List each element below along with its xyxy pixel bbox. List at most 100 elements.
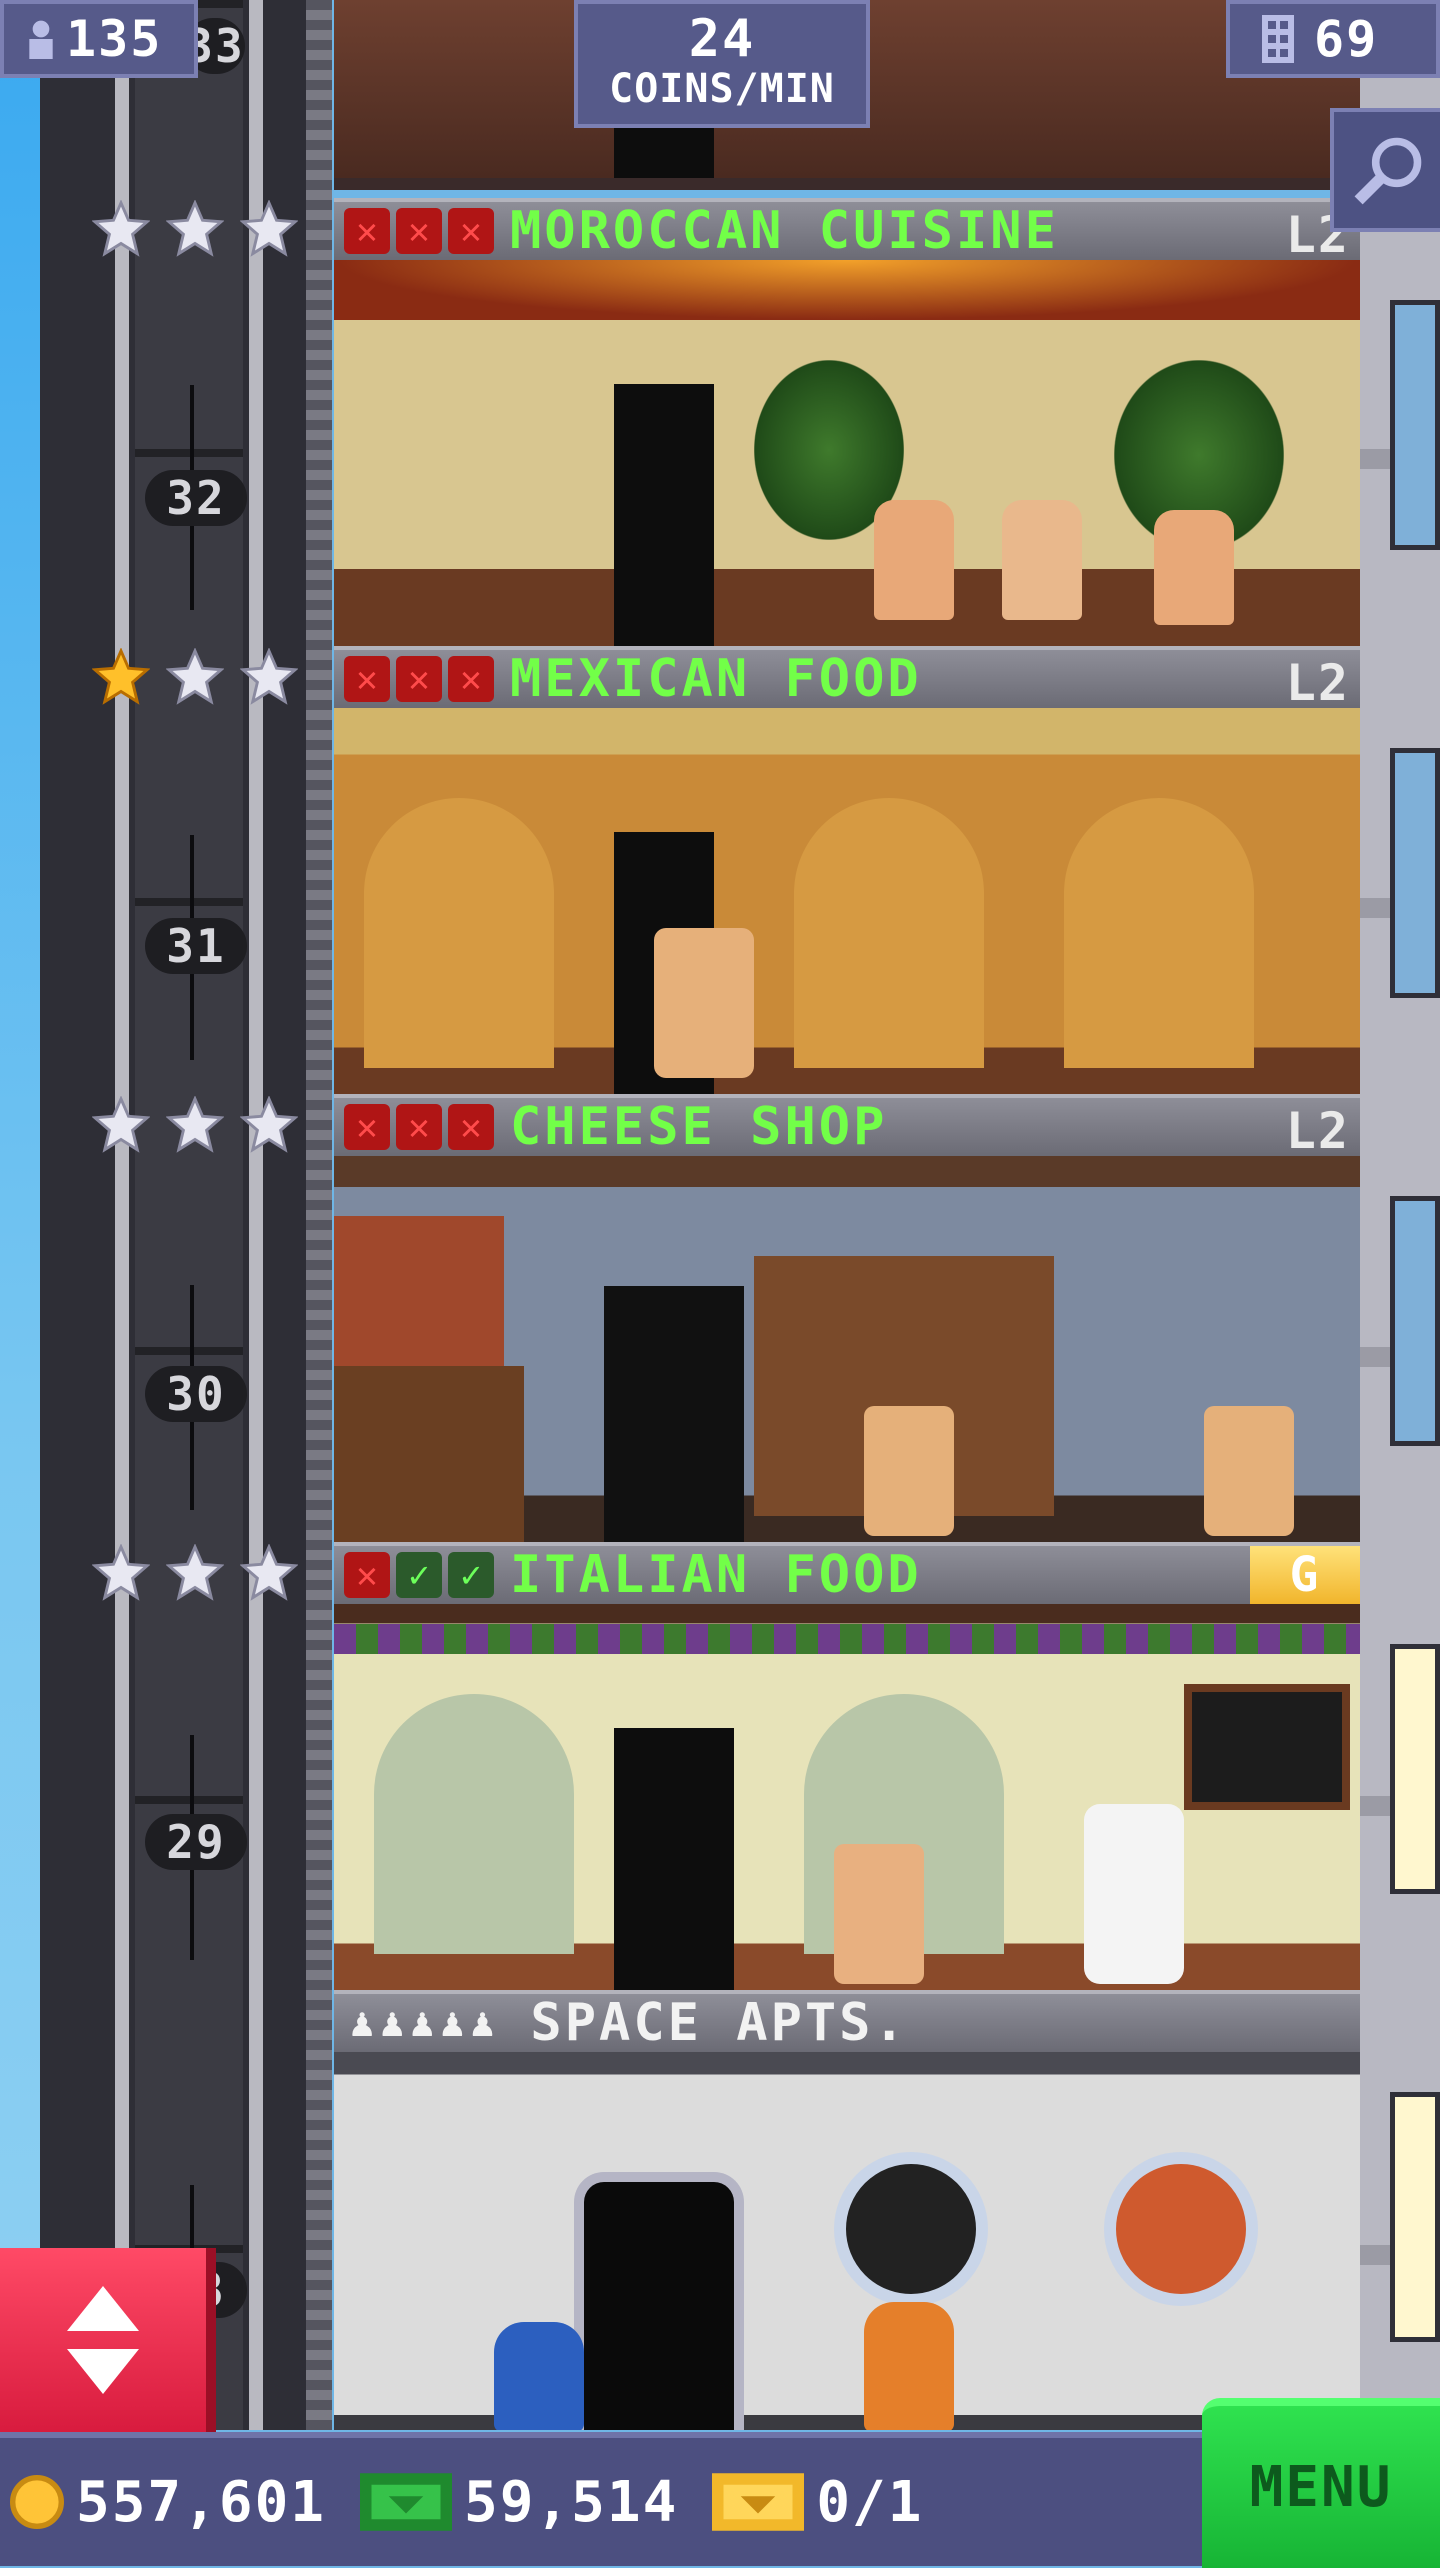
room-interior <box>334 708 1360 1094</box>
magnifier-icon <box>1354 137 1422 205</box>
silver-star-icon <box>240 1544 298 1601</box>
fail-mark-icon: ✕ <box>344 1104 390 1150</box>
fail-mark-icon: ✕ <box>396 656 442 702</box>
room-interior <box>334 2052 1360 2430</box>
customer-sprite <box>654 928 754 1078</box>
floor-cheese-shop[interactable]: ✕ ✕ ✕ CHEESE SHOP L2 <box>334 1094 1360 1542</box>
silver-star-icon <box>92 1096 150 1153</box>
arch <box>364 798 554 1068</box>
floor-stars <box>92 1544 298 1602</box>
silver-star-icon <box>240 200 298 257</box>
coin-icon <box>10 2475 64 2529</box>
floor-stars <box>92 200 298 258</box>
silver-star-icon <box>240 648 298 705</box>
floor-banner: ✕ ✓ ✓ ITALIAN FOOD G <box>334 1542 1360 1605</box>
menu-button[interactable]: MENU <box>1202 2398 1440 2568</box>
customer-sprite <box>1002 500 1082 620</box>
bux-value: 59,514 <box>464 2469 679 2535</box>
fail-mark-icon: ✕ <box>344 1552 390 1598</box>
building-window <box>1390 1644 1440 1894</box>
building-edge-right <box>1360 0 1440 2430</box>
coin-rate-display: 24 COINS/MIN <box>574 0 870 128</box>
search-button[interactable] <box>1330 108 1440 232</box>
staff-sprite <box>864 1406 954 1536</box>
floor-number: 29 <box>145 1814 247 1870</box>
floor-moroccan-cuisine[interactable]: ✕ ✕ ✕ MOROCCAN CUISINE L2 <box>334 198 1360 646</box>
elevator-button[interactable] <box>0 2248 216 2440</box>
check-mark-icon: ✓ <box>396 1552 442 1598</box>
population-value: 135 <box>66 10 163 68</box>
window-arch <box>374 1694 574 1954</box>
task-checks: ✕ ✕ ✕ <box>344 1104 494 1150</box>
floor-number: 31 <box>145 918 247 974</box>
silver-star-icon <box>166 648 224 705</box>
elevator-rail-right <box>249 0 263 2430</box>
silver-star-icon <box>92 200 150 257</box>
floor-banner: ✕ ✕ ✕ CHEESE SHOP L2 <box>334 1094 1360 1160</box>
resident-sprite <box>494 2322 584 2430</box>
floor-name: SPACE APTS. <box>530 1993 908 2053</box>
fail-mark-icon: ✕ <box>448 208 494 254</box>
tickets-value: 0/1 <box>816 2469 924 2535</box>
floor-count-value: 69 <box>1314 10 1379 68</box>
gold-star-icon <box>92 648 150 705</box>
bux-display[interactable]: 59,514 <box>360 2470 678 2535</box>
arch <box>1064 798 1254 1068</box>
elevator-shaft[interactable] <box>40 0 332 2430</box>
silver-star-icon <box>166 200 224 257</box>
task-checks: ✕ ✓ ✓ <box>344 1552 494 1598</box>
floor-number: 30 <box>145 1366 247 1422</box>
building-window <box>1390 300 1440 550</box>
population-counter[interactable]: 135 <box>0 0 198 78</box>
check-mark-icon: ✓ <box>448 1552 494 1598</box>
tickets-display[interactable]: 0/1 <box>712 2470 923 2535</box>
residents-icons: ♟♟♟♟♟ <box>350 2000 501 2046</box>
coins-value: 557,601 <box>76 2469 327 2535</box>
room-interior <box>334 1604 1360 1990</box>
floor-number: 32 <box>145 470 247 526</box>
grape-vine <box>334 1624 1360 1654</box>
bux-icon <box>360 2473 453 2531</box>
floor-banner: ♟♟♟♟♟ SPACE APTS. <box>334 1990 1360 2053</box>
fail-mark-icon: ✕ <box>448 656 494 702</box>
silver-star-icon <box>92 1544 150 1601</box>
resident-sprite <box>864 2302 954 2430</box>
customer-sprite <box>874 500 954 620</box>
floor-name: CHEESE SHOP <box>510 1097 888 1157</box>
fail-mark-icon: ✕ <box>396 1104 442 1150</box>
building-icon <box>1262 15 1294 63</box>
porthole <box>834 2152 988 2306</box>
coins-display[interactable]: 557,601 <box>10 2470 326 2535</box>
person-icon <box>29 20 53 59</box>
floor-mexican-food[interactable]: ✕ ✕ ✕ MEXICAN FOOD L2 <box>334 646 1360 1094</box>
chalkboard-menu <box>1184 1684 1350 1810</box>
building-window <box>1390 1196 1440 1446</box>
customer-sprite <box>834 1844 924 1984</box>
staff-sprite <box>1204 1406 1294 1536</box>
coin-rate-value: 24 <box>688 9 756 69</box>
floor-stars <box>92 1096 298 1154</box>
floor-banner: ✕ ✕ ✕ MOROCCAN CUISINE L2 <box>334 198 1360 264</box>
elevator-rail-left <box>115 0 129 2430</box>
up-down-arrows-icon <box>67 2286 139 2394</box>
floor-italian-food[interactable]: ✕ ✓ ✓ ITALIAN FOOD G <box>334 1542 1360 1990</box>
silver-star-icon <box>240 1096 298 1153</box>
golden-ticket-icon <box>712 2473 805 2531</box>
floor-slab <box>334 178 1360 190</box>
chef-sprite <box>1084 1804 1184 1984</box>
fail-mark-icon: ✕ <box>448 1104 494 1150</box>
gold-level-badge: G <box>1250 1546 1360 1604</box>
floor-space-apts[interactable]: ♟♟♟♟♟ SPACE APTS. <box>334 1990 1360 2430</box>
room-doorway <box>614 384 714 646</box>
fail-mark-icon: ✕ <box>396 208 442 254</box>
room-doorway <box>614 1728 734 1990</box>
building-window <box>1390 748 1440 998</box>
fail-mark-icon: ✕ <box>344 208 390 254</box>
arch <box>794 798 984 1068</box>
floor-name: MEXICAN FOOD <box>510 649 922 709</box>
room-doorway <box>604 1286 744 1542</box>
floor-count[interactable]: 69 <box>1226 0 1440 78</box>
task-checks: ✕ ✕ ✕ <box>344 208 494 254</box>
room-interior <box>334 260 1360 646</box>
floor-name: MOROCCAN CUISINE <box>510 201 1059 261</box>
